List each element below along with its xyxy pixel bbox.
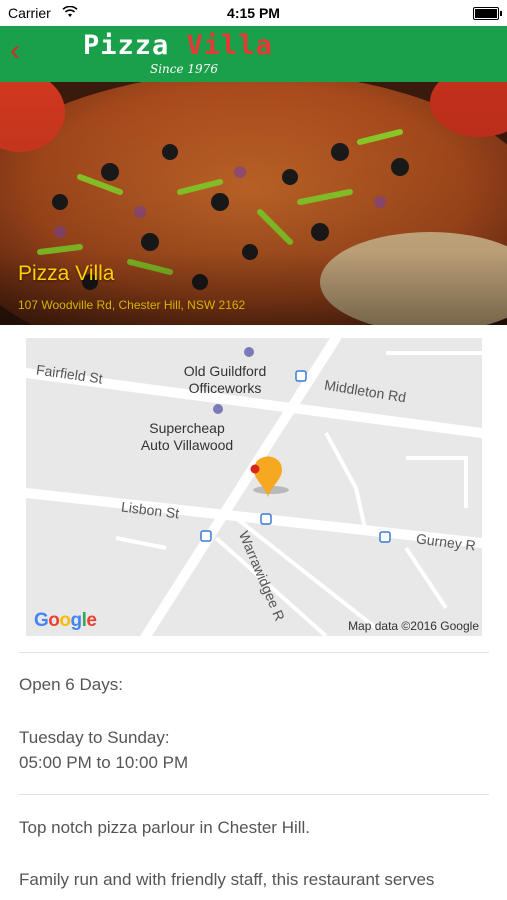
nav-bar: ‹ Pizza Villa Since 1976 <box>0 26 507 82</box>
hero-image: Pizza Villa 107 Woodville Rd, Chester Hi… <box>0 82 507 325</box>
restaurant-title: Pizza Villa <box>18 262 115 285</box>
divider <box>19 794 489 795</box>
clock: 4:15 PM <box>227 5 280 21</box>
logo-word-villa: Villa <box>186 30 273 61</box>
location-map[interactable]: Old Guildford Officeworks Supercheap Aut… <box>26 338 482 636</box>
status-bar: Carrier 4:15 PM <box>0 0 507 26</box>
brand-logo: Pizza Villa <box>83 30 273 61</box>
open-days-text: Open 6 Days: <box>19 675 123 694</box>
chevron-left-icon[interactable]: ‹ <box>10 36 20 66</box>
pizza-photo <box>0 82 507 325</box>
description-text: Family run and with friendly staff, this… <box>19 870 435 889</box>
logo-tagline: Since 1976 <box>150 62 218 76</box>
restaurant-address: 107 Woodville Rd, Chester Hill, NSW 2162 <box>18 298 246 312</box>
map-attribution: Map data ©2016 Google <box>348 619 479 633</box>
tagline-text: Top notch pizza parlour in Chester Hill. <box>19 818 311 837</box>
hours-time-text: 05:00 PM to 10:00 PM <box>19 753 189 772</box>
poi-officeworks[interactable]: Old Guildford Officeworks <box>170 363 280 397</box>
poi-supercheap[interactable]: Supercheap Auto Villawood <box>122 420 252 454</box>
google-logo: Google <box>34 610 97 631</box>
hours-days-text: Tuesday to Sunday: <box>19 728 170 747</box>
logo-word-pizza: Pizza <box>83 30 170 61</box>
divider <box>19 652 489 653</box>
battery-icon <box>473 7 502 20</box>
